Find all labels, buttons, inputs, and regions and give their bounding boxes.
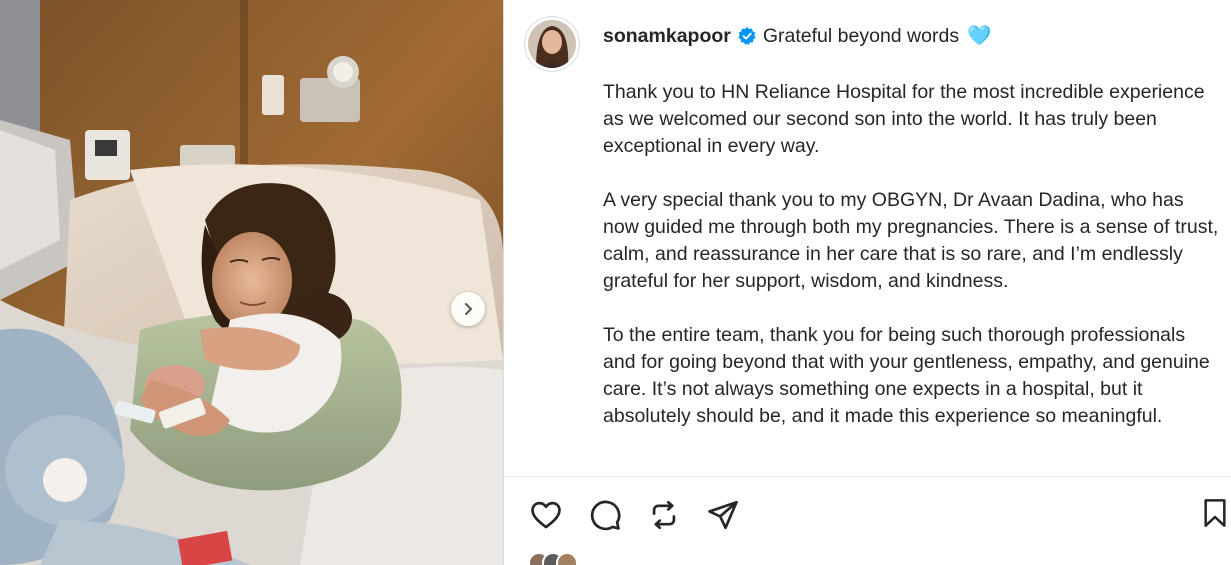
verified-badge-icon [738,27,756,45]
avatar-image [528,20,576,68]
share-button[interactable] [705,497,741,533]
post-actions [528,495,741,535]
post-details-panel: sonamkapoor Grateful beyond words 🩵 Than… [504,0,1231,565]
photo-hospital-scene [0,0,503,565]
avatar [556,552,578,565]
comment-button[interactable] [587,497,623,533]
save-button[interactable] [1197,495,1231,531]
avatar[interactable] [524,16,580,72]
repost-button[interactable] [646,497,682,533]
paper-plane-icon [708,500,738,530]
liked-by-row[interactable] [528,552,578,565]
bookmark-icon [1204,499,1226,527]
heart-icon [531,501,561,529]
comment-bubble-icon [590,500,621,531]
post-image[interactable] [0,0,503,565]
repost-icon [652,500,676,530]
caption-first-line: Grateful beyond words [762,24,960,47]
next-image-button[interactable] [451,292,485,326]
actions-divider [504,476,1231,477]
caption-paragraph: Thank you to HN Reliance Hospital for th… [603,81,1205,157]
heart-emoji: 🩵 [967,24,992,47]
post-caption: sonamkapoor Grateful beyond words 🩵 Than… [603,20,1223,430]
caption-paragraph: A very special thank you to my OBGYN, Dr… [603,189,1219,292]
like-button[interactable] [528,497,564,533]
username-link[interactable]: sonamkapoor [603,23,731,50]
caption-paragraph: To the entire team, thank you for being … [603,324,1210,427]
chevron-right-icon [465,303,472,315]
